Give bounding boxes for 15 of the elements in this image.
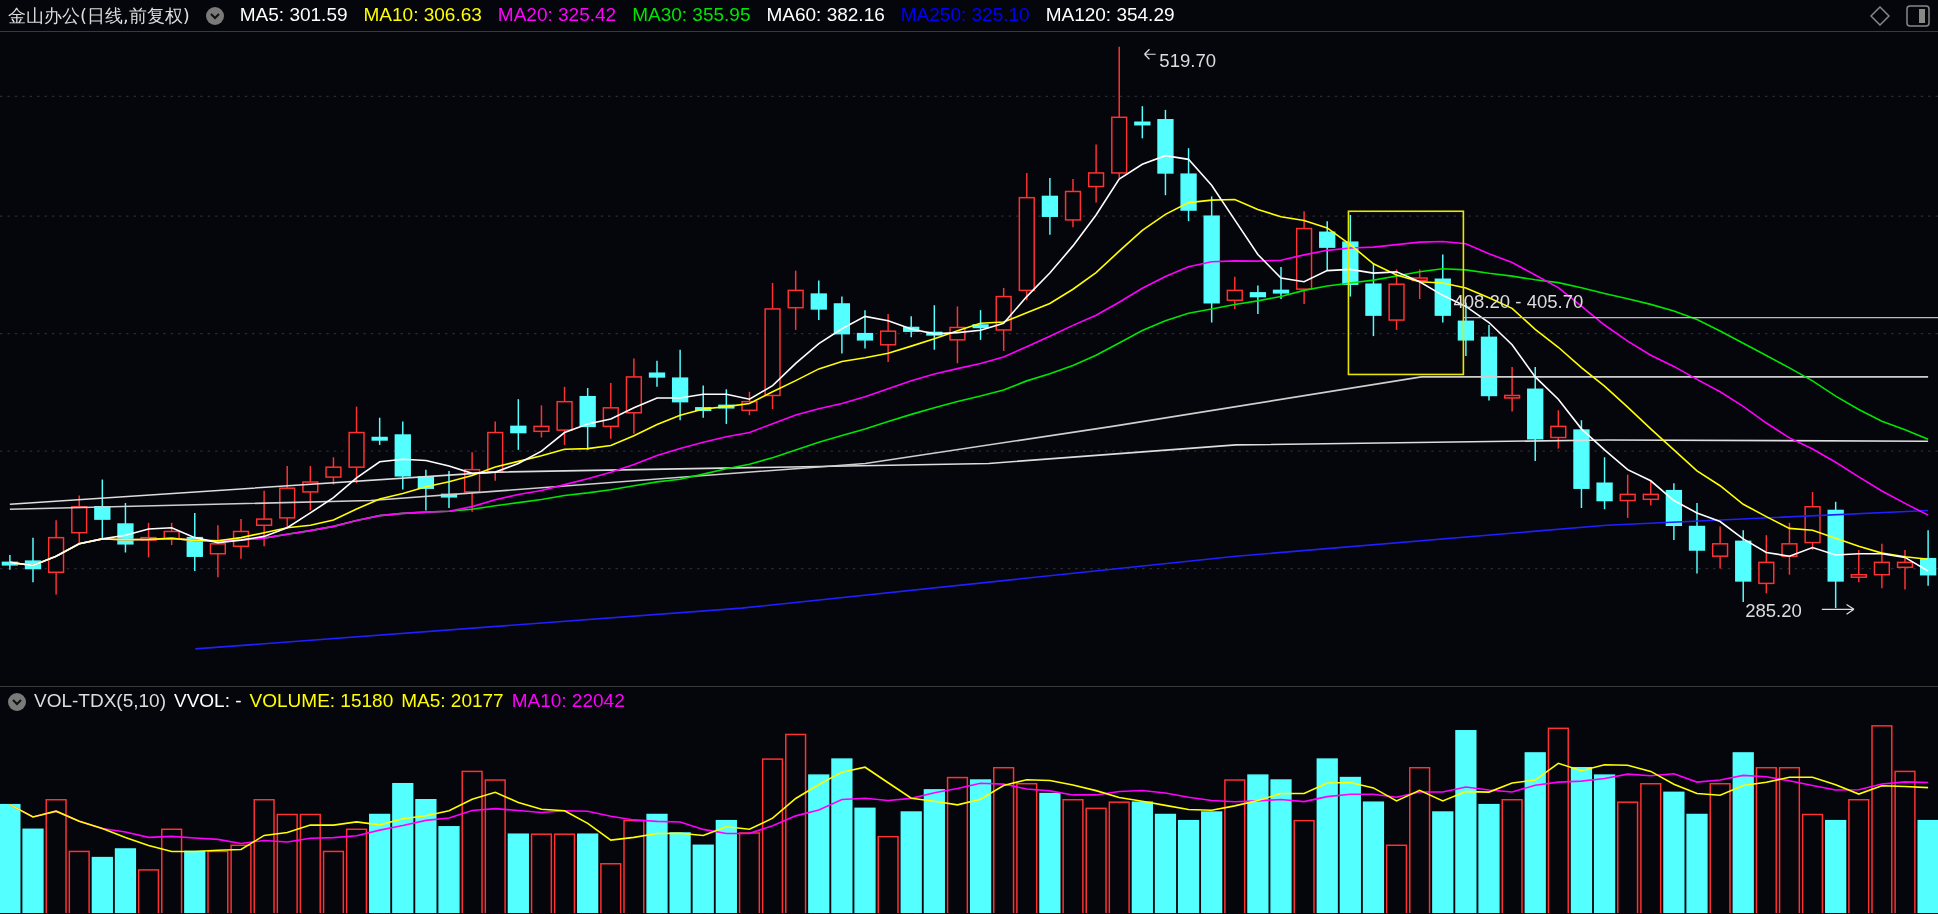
indicator-value: MA30: 355.95 bbox=[632, 3, 751, 28]
indicator-value: MA10: 22042 bbox=[511, 689, 625, 714]
indicator-value: VOLUME: 15180 bbox=[249, 689, 394, 714]
indicator-value: MA10: 306.63 bbox=[363, 3, 482, 28]
indicator-value: MA250: 325.10 bbox=[900, 3, 1030, 28]
indicator-value: MA5: 20177 bbox=[401, 689, 504, 714]
price-label: 519.70 bbox=[1159, 49, 1216, 71]
indicator-value: MA120: 354.29 bbox=[1045, 3, 1175, 28]
indicator-value: MA60: 382.16 bbox=[766, 3, 885, 28]
price-label: 285.20 bbox=[1745, 599, 1802, 621]
indicator-name: VOL-TDX(5,10) bbox=[34, 689, 166, 714]
indicator-value: VVOL: - bbox=[174, 689, 242, 714]
chart-title: 金山办公(日线,前复权) bbox=[8, 4, 190, 28]
indicator-value: MA20: 325.42 bbox=[497, 3, 617, 28]
indicator-value: MA5: 301.59 bbox=[239, 3, 348, 28]
